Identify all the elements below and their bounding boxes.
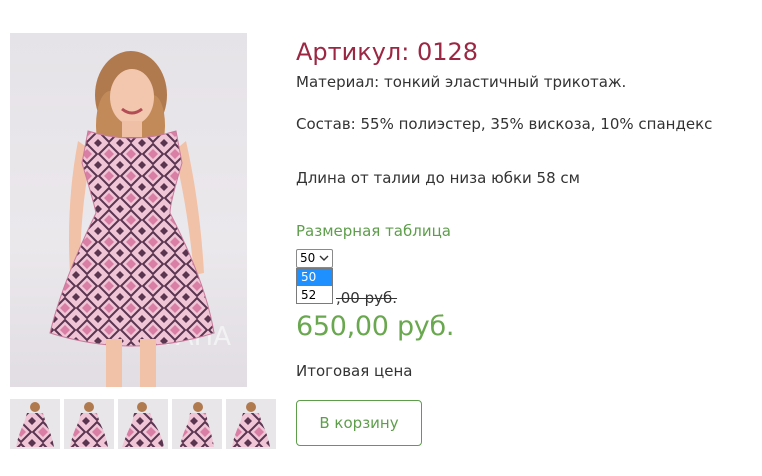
- thumbnail-image: [70, 402, 108, 447]
- thumbnail-strip: [10, 399, 278, 449]
- product-material: Материал: тонкий эластичный трикотаж.: [296, 73, 627, 91]
- thumbnail-4[interactable]: [172, 399, 222, 449]
- product-length: Длина от талии до низа юбки 58 см: [296, 169, 580, 187]
- size-select-value: 50: [300, 251, 316, 265]
- chevron-down-icon: [319, 255, 329, 261]
- thumbnail-image: [232, 402, 270, 447]
- thumbnail-image: [122, 402, 164, 447]
- add-to-cart-button[interactable]: В корзину: [296, 400, 422, 446]
- thumbnail-5[interactable]: [226, 399, 276, 449]
- product-composition: Состав: 55% полиэстер, 35% вискоза, 10% …: [296, 115, 713, 133]
- size-option[interactable]: 50: [297, 269, 332, 286]
- product-price: 650,00 руб.: [296, 311, 455, 342]
- thumbnail-1[interactable]: [10, 399, 60, 449]
- size-dropdown: 50 52: [296, 268, 333, 304]
- old-price: ,00 руб.: [336, 289, 398, 307]
- dress-photo: ТАНА: [49, 51, 231, 387]
- thumbnail-2[interactable]: [64, 399, 114, 449]
- thumbnail-image: [180, 402, 214, 447]
- size-option[interactable]: 52: [297, 287, 332, 304]
- total-price-label: Итоговая цена: [296, 362, 413, 380]
- size-table-link[interactable]: Размерная таблица: [296, 222, 451, 240]
- thumbnail-image: [16, 402, 54, 447]
- product-sku: Артикул: 0128: [296, 38, 479, 66]
- thumbnail-3[interactable]: [118, 399, 168, 449]
- product-main-photo[interactable]: ТАНА: [10, 33, 247, 387]
- size-select[interactable]: 50: [296, 249, 333, 268]
